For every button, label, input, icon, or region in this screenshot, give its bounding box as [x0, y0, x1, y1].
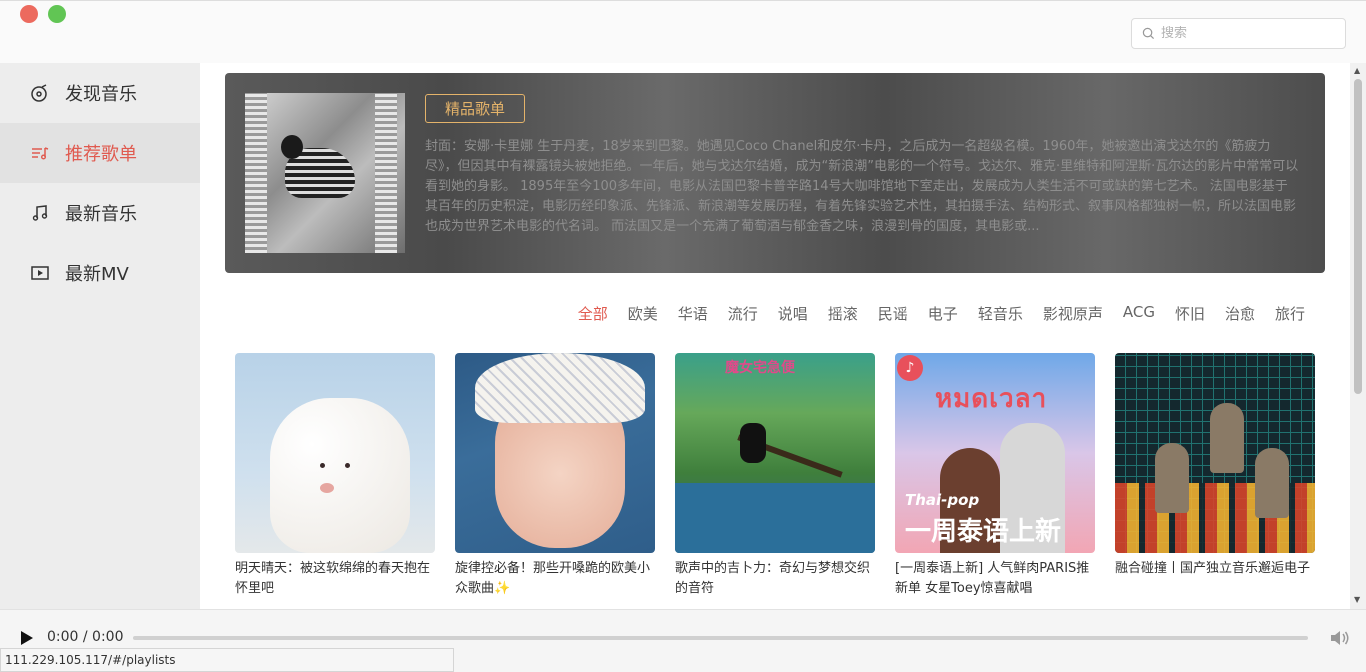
sidebar-item-label: 发现音乐 [65, 84, 137, 105]
playlist-grid: 明天晴天：被这软绵绵的春天抱在怀里吧 旋律控必备！那些开嗓跪的欧美小众歌曲✨ 魔… [235, 353, 1315, 599]
sidebar-item-new-mv[interactable]: 最新MV [0, 243, 200, 303]
video-icon [30, 263, 50, 283]
tab-category[interactable]: 华语 [678, 303, 708, 324]
scrollbar-thumb[interactable] [1354, 79, 1362, 394]
search-input[interactable] [1161, 26, 1331, 41]
tab-category[interactable]: 旅行 [1275, 303, 1305, 324]
cover-band-text: หมดเวลา [935, 384, 1048, 414]
playlist-title[interactable]: [一周泰语上新] 人气鲜肉PARIS推新单 女星Toey惊喜献唱 [895, 559, 1095, 599]
scroll-down-icon[interactable]: ▼ [1354, 595, 1360, 604]
playlist-title[interactable]: 明天晴天：被这软绵绵的春天抱在怀里吧 [235, 559, 435, 599]
playlist-cover[interactable]: 魔女宅急便 [675, 353, 875, 553]
playlist-card[interactable]: 融合碰撞丨国产独立音乐邂逅电子 [1115, 353, 1315, 599]
tab-category[interactable]: 全部 [578, 303, 608, 324]
main-content: 精品歌单 封面：安娜·卡里娜 生于丹麦，18岁来到巴黎。她遇见Coco Chan… [200, 63, 1350, 609]
tab-category[interactable]: 说唱 [778, 303, 808, 324]
progress-bar[interactable] [133, 636, 1308, 640]
volume-icon[interactable] [1329, 628, 1351, 648]
sidebar-item-label: 推荐歌单 [65, 144, 137, 165]
premium-playlist-tag[interactable]: 精品歌单 [425, 94, 525, 123]
tab-category[interactable]: ACG [1123, 303, 1155, 324]
playlist-cover[interactable] [1115, 353, 1315, 553]
playlist-cover[interactable]: ♪ หมดเวลา Thai-pop 一周泰语上新 [895, 353, 1095, 553]
tab-category[interactable]: 治愈 [1225, 303, 1255, 324]
featured-playlist-banner[interactable]: 精品歌单 封面：安娜·卡里娜 生于丹麦，18岁来到巴黎。她遇见Coco Chan… [225, 73, 1325, 273]
tab-category[interactable]: 电子 [928, 303, 958, 324]
maximize-window-button[interactable] [48, 5, 66, 23]
cover-genre-text: Thai-pop [905, 491, 980, 509]
category-tabs: 全部 欧美 华语 流行 说唱 摇滚 民谣 电子 轻音乐 影视原声 ACG 怀旧 … [558, 303, 1305, 324]
close-window-button[interactable] [20, 5, 38, 23]
tab-category[interactable]: 轻音乐 [978, 303, 1023, 324]
tab-category[interactable]: 怀旧 [1175, 303, 1205, 324]
scroll-up-icon[interactable]: ▲ [1354, 66, 1360, 75]
music-note-icon [30, 203, 50, 223]
status-bar-url: 111.229.105.117/#/playlists [0, 648, 454, 672]
playlist-title[interactable]: 歌声中的吉卜力：奇幻与梦想交织的音符 [675, 559, 875, 599]
netease-logo-icon: ♪ [897, 355, 923, 381]
disc-icon [30, 83, 50, 103]
sidebar: 发现音乐 推荐歌单 最新音乐 最新MV [0, 63, 200, 609]
play-icon[interactable] [20, 630, 34, 646]
tab-category[interactable]: 摇滚 [828, 303, 858, 324]
sidebar-item-label: 最新MV [65, 264, 129, 285]
playlist-card[interactable]: 魔女宅急便 歌声中的吉卜力：奇幻与梦想交织的音符 [675, 353, 875, 599]
sidebar-item-discover[interactable]: 发现音乐 [0, 63, 200, 123]
playlist-card[interactable]: 旋律控必备！那些开嗓跪的欧美小众歌曲✨ [455, 353, 655, 599]
playlist-title[interactable]: 旋律控必备！那些开嗓跪的欧美小众歌曲✨ [455, 559, 655, 599]
banner-description: 封面：安娜·卡里娜 生于丹麦，18岁来到巴黎。她遇见Coco Chanel和皮尔… [425, 139, 1299, 234]
playlist-card[interactable]: 明天晴天：被这软绵绵的春天抱在怀里吧 [235, 353, 435, 599]
sidebar-item-playlists[interactable]: 推荐歌单 [0, 123, 200, 183]
cover-title-text: 一周泰语上新 [905, 517, 1062, 547]
playlist-cover[interactable] [235, 353, 435, 553]
sidebar-item-label: 最新音乐 [65, 204, 137, 225]
playlist-icon [30, 143, 50, 163]
vertical-scrollbar[interactable]: ▲ ▼ [1350, 63, 1366, 609]
playback-time: 0:00 / 0:00 [47, 629, 124, 645]
tab-category[interactable]: 民谣 [878, 303, 908, 324]
playlist-title[interactable]: 融合碰撞丨国产独立音乐邂逅电子 [1115, 559, 1315, 579]
tab-category[interactable]: 影视原声 [1043, 303, 1103, 324]
sidebar-item-new-music[interactable]: 最新音乐 [0, 183, 200, 243]
cover-title-text: 魔女宅急便 [725, 360, 795, 376]
tab-category[interactable]: 流行 [728, 303, 758, 324]
playlist-cover[interactable] [455, 353, 655, 553]
playlist-card[interactable]: ♪ หมดเวลา Thai-pop 一周泰语上新 [一周泰语上新] 人气鲜肉P… [895, 353, 1095, 599]
search-icon [1142, 27, 1155, 40]
tab-category[interactable]: 欧美 [628, 303, 658, 324]
search-box[interactable] [1131, 18, 1346, 49]
top-bar [0, 0, 1366, 63]
banner-cover-image[interactable] [245, 93, 405, 253]
